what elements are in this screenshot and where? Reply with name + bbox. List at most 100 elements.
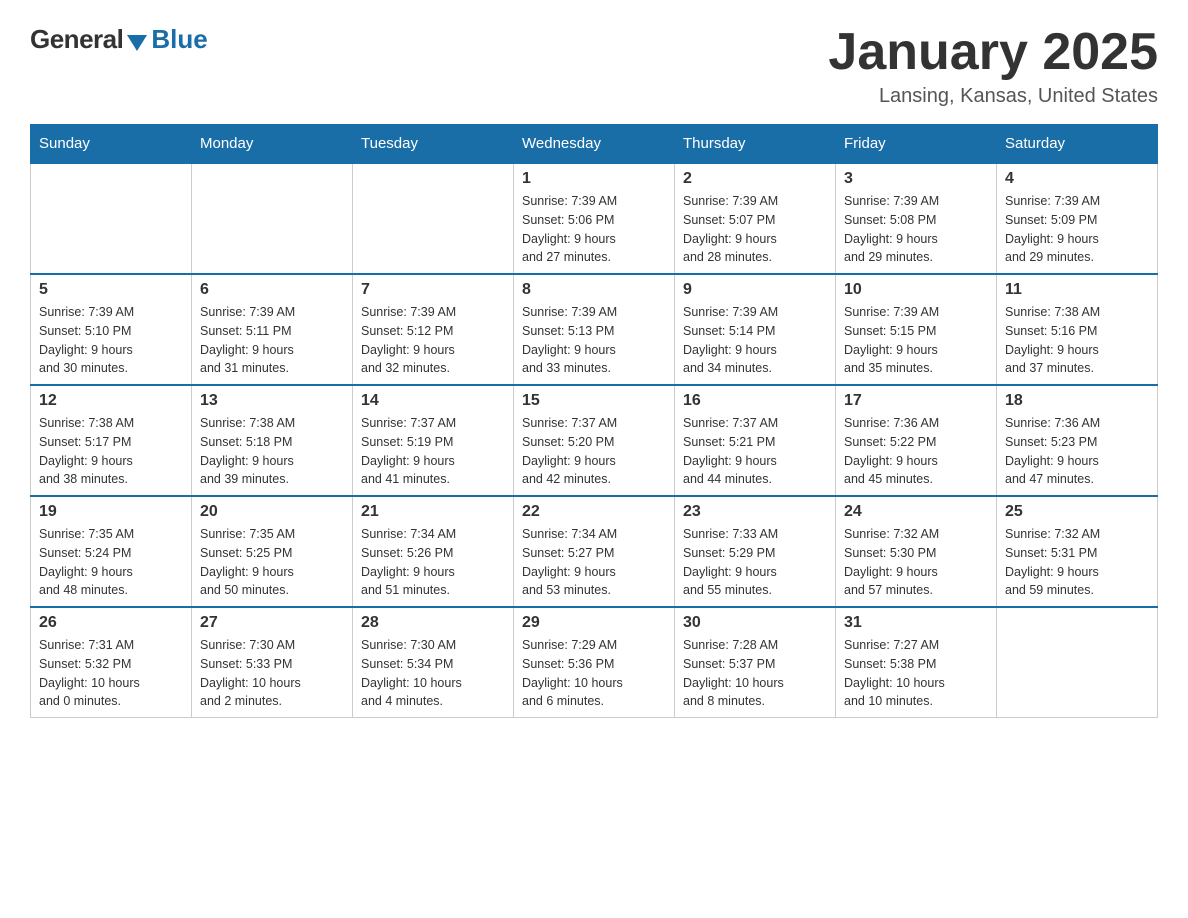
day-cell: 6 Sunrise: 7:39 AM Sunset: 5:11 PM Daylig… [192,274,353,385]
day-number: 7 [361,281,505,299]
day-info: Sunrise: 7:27 AM Sunset: 5:38 PM Dayligh… [844,636,988,711]
day-number: 12 [39,392,183,410]
header-cell-sunday: Sunday [31,125,192,164]
day-number: 3 [844,170,988,188]
day-cell: 11 Sunrise: 7:38 AM Sunset: 5:16 PM Dayli… [997,274,1158,385]
day-info: Sunrise: 7:35 AM Sunset: 5:25 PM Dayligh… [200,525,344,600]
day-info: Sunrise: 7:38 AM Sunset: 5:16 PM Dayligh… [1005,303,1149,378]
day-info: Sunrise: 7:32 AM Sunset: 5:31 PM Dayligh… [1005,525,1149,600]
day-info: Sunrise: 7:37 AM Sunset: 5:21 PM Dayligh… [683,414,827,489]
day-info: Sunrise: 7:39 AM Sunset: 5:14 PM Dayligh… [683,303,827,378]
day-cell: 20 Sunrise: 7:35 AM Sunset: 5:25 PM Dayli… [192,496,353,607]
day-cell: 16 Sunrise: 7:37 AM Sunset: 5:21 PM Dayli… [675,385,836,496]
day-cell: 31 Sunrise: 7:27 AM Sunset: 5:38 PM Dayli… [836,607,997,718]
day-number: 14 [361,392,505,410]
day-number: 23 [683,503,827,521]
day-number: 30 [683,614,827,632]
day-number: 10 [844,281,988,299]
day-info: Sunrise: 7:39 AM Sunset: 5:13 PM Dayligh… [522,303,666,378]
day-cell: 2 Sunrise: 7:39 AM Sunset: 5:07 PM Daylig… [675,163,836,274]
day-number: 11 [1005,281,1149,299]
header-cell-monday: Monday [192,125,353,164]
day-cell: 27 Sunrise: 7:30 AM Sunset: 5:33 PM Dayli… [192,607,353,718]
day-cell: 5 Sunrise: 7:39 AM Sunset: 5:10 PM Daylig… [31,274,192,385]
day-cell: 23 Sunrise: 7:33 AM Sunset: 5:29 PM Dayli… [675,496,836,607]
day-number: 2 [683,170,827,188]
day-cell: 10 Sunrise: 7:39 AM Sunset: 5:15 PM Dayli… [836,274,997,385]
week-row-5: 26Sunrise: 7:31 AM Sunset: 5:32 PM Dayli… [31,607,1158,718]
day-info: Sunrise: 7:36 AM Sunset: 5:23 PM Dayligh… [1005,414,1149,489]
day-cell: 8 Sunrise: 7:39 AM Sunset: 5:13 PM Daylig… [514,274,675,385]
day-info: Sunrise: 7:37 AM Sunset: 5:20 PM Dayligh… [522,414,666,489]
day-info: Sunrise: 7:34 AM Sunset: 5:26 PM Dayligh… [361,525,505,600]
day-info: Sunrise: 7:39 AM Sunset: 5:11 PM Dayligh… [200,303,344,378]
day-info: Sunrise: 7:39 AM Sunset: 5:08 PM Dayligh… [844,192,988,267]
day-cell: 29Sunrise: 7:29 AM Sunset: 5:36 PM Dayli… [514,607,675,718]
day-number: 21 [361,503,505,521]
logo-arrow-icon [127,35,147,51]
day-info: Sunrise: 7:28 AM Sunset: 5:37 PM Dayligh… [683,636,827,711]
day-cell [353,163,514,274]
day-cell: 28Sunrise: 7:30 AM Sunset: 5:34 PM Dayli… [353,607,514,718]
day-cell: 17 Sunrise: 7:36 AM Sunset: 5:22 PM Dayli… [836,385,997,496]
day-number: 24 [844,503,988,521]
day-number: 22 [522,503,666,521]
day-info: Sunrise: 7:38 AM Sunset: 5:17 PM Dayligh… [39,414,183,489]
day-info: Sunrise: 7:33 AM Sunset: 5:29 PM Dayligh… [683,525,827,600]
day-cell [997,607,1158,718]
day-cell: 4Sunrise: 7:39 AM Sunset: 5:09 PM Daylig… [997,163,1158,274]
day-info: Sunrise: 7:39 AM Sunset: 5:12 PM Dayligh… [361,303,505,378]
day-cell [31,163,192,274]
day-info: Sunrise: 7:31 AM Sunset: 5:32 PM Dayligh… [39,636,183,711]
week-row-1: 1Sunrise: 7:39 AM Sunset: 5:06 PM Daylig… [31,163,1158,274]
day-number: 4 [1005,170,1149,188]
day-number: 8 [522,281,666,299]
day-info: Sunrise: 7:30 AM Sunset: 5:34 PM Dayligh… [361,636,505,711]
day-number: 27 [200,614,344,632]
day-cell: 1Sunrise: 7:39 AM Sunset: 5:06 PM Daylig… [514,163,675,274]
day-info: Sunrise: 7:39 AM Sunset: 5:10 PM Dayligh… [39,303,183,378]
title-area: January 2025 Lansing, Kansas, United Sta… [828,24,1158,108]
day-number: 5 [39,281,183,299]
day-cell: 13Sunrise: 7:38 AM Sunset: 5:18 PM Dayli… [192,385,353,496]
header-cell-thursday: Thursday [675,125,836,164]
day-cell: 19Sunrise: 7:35 AM Sunset: 5:24 PM Dayli… [31,496,192,607]
week-row-4: 19Sunrise: 7:35 AM Sunset: 5:24 PM Dayli… [31,496,1158,607]
day-info: Sunrise: 7:34 AM Sunset: 5:27 PM Dayligh… [522,525,666,600]
logo-blue-text: Blue [151,24,207,55]
day-cell: 12 Sunrise: 7:38 AM Sunset: 5:17 PM Dayli… [31,385,192,496]
day-number: 17 [844,392,988,410]
day-cell: 3 Sunrise: 7:39 AM Sunset: 5:08 PM Daylig… [836,163,997,274]
day-number: 1 [522,170,666,188]
day-cell: 9 Sunrise: 7:39 AM Sunset: 5:14 PM Daylig… [675,274,836,385]
day-number: 6 [200,281,344,299]
day-info: Sunrise: 7:38 AM Sunset: 5:18 PM Dayligh… [200,414,344,489]
day-cell: 18 Sunrise: 7:36 AM Sunset: 5:23 PM Dayli… [997,385,1158,496]
day-info: Sunrise: 7:37 AM Sunset: 5:19 PM Dayligh… [361,414,505,489]
day-number: 31 [844,614,988,632]
day-info: Sunrise: 7:36 AM Sunset: 5:22 PM Dayligh… [844,414,988,489]
header-cell-friday: Friday [836,125,997,164]
day-cell: 25Sunrise: 7:32 AM Sunset: 5:31 PM Dayli… [997,496,1158,607]
day-cell [192,163,353,274]
page-header: General Blue January 2025 Lansing, Kansa… [30,24,1158,108]
day-number: 16 [683,392,827,410]
day-number: 15 [522,392,666,410]
week-row-3: 12 Sunrise: 7:38 AM Sunset: 5:17 PM Dayli… [31,385,1158,496]
month-title: January 2025 [828,24,1158,81]
calendar-body: 1Sunrise: 7:39 AM Sunset: 5:06 PM Daylig… [31,163,1158,718]
day-info: Sunrise: 7:39 AM Sunset: 5:07 PM Dayligh… [683,192,827,267]
day-info: Sunrise: 7:39 AM Sunset: 5:15 PM Dayligh… [844,303,988,378]
day-number: 20 [200,503,344,521]
logo-general-text: General [30,24,123,55]
day-cell: 15 Sunrise: 7:37 AM Sunset: 5:20 PM Dayli… [514,385,675,496]
day-cell: 21 Sunrise: 7:34 AM Sunset: 5:26 PM Dayli… [353,496,514,607]
location: Lansing, Kansas, United States [828,85,1158,108]
day-number: 9 [683,281,827,299]
day-info: Sunrise: 7:32 AM Sunset: 5:30 PM Dayligh… [844,525,988,600]
day-cell: 30 Sunrise: 7:28 AM Sunset: 5:37 PM Dayli… [675,607,836,718]
calendar-table: SundayMondayTuesdayWednesdayThursdayFrid… [30,124,1158,718]
day-info: Sunrise: 7:29 AM Sunset: 5:36 PM Dayligh… [522,636,666,711]
day-info: Sunrise: 7:30 AM Sunset: 5:33 PM Dayligh… [200,636,344,711]
day-number: 18 [1005,392,1149,410]
